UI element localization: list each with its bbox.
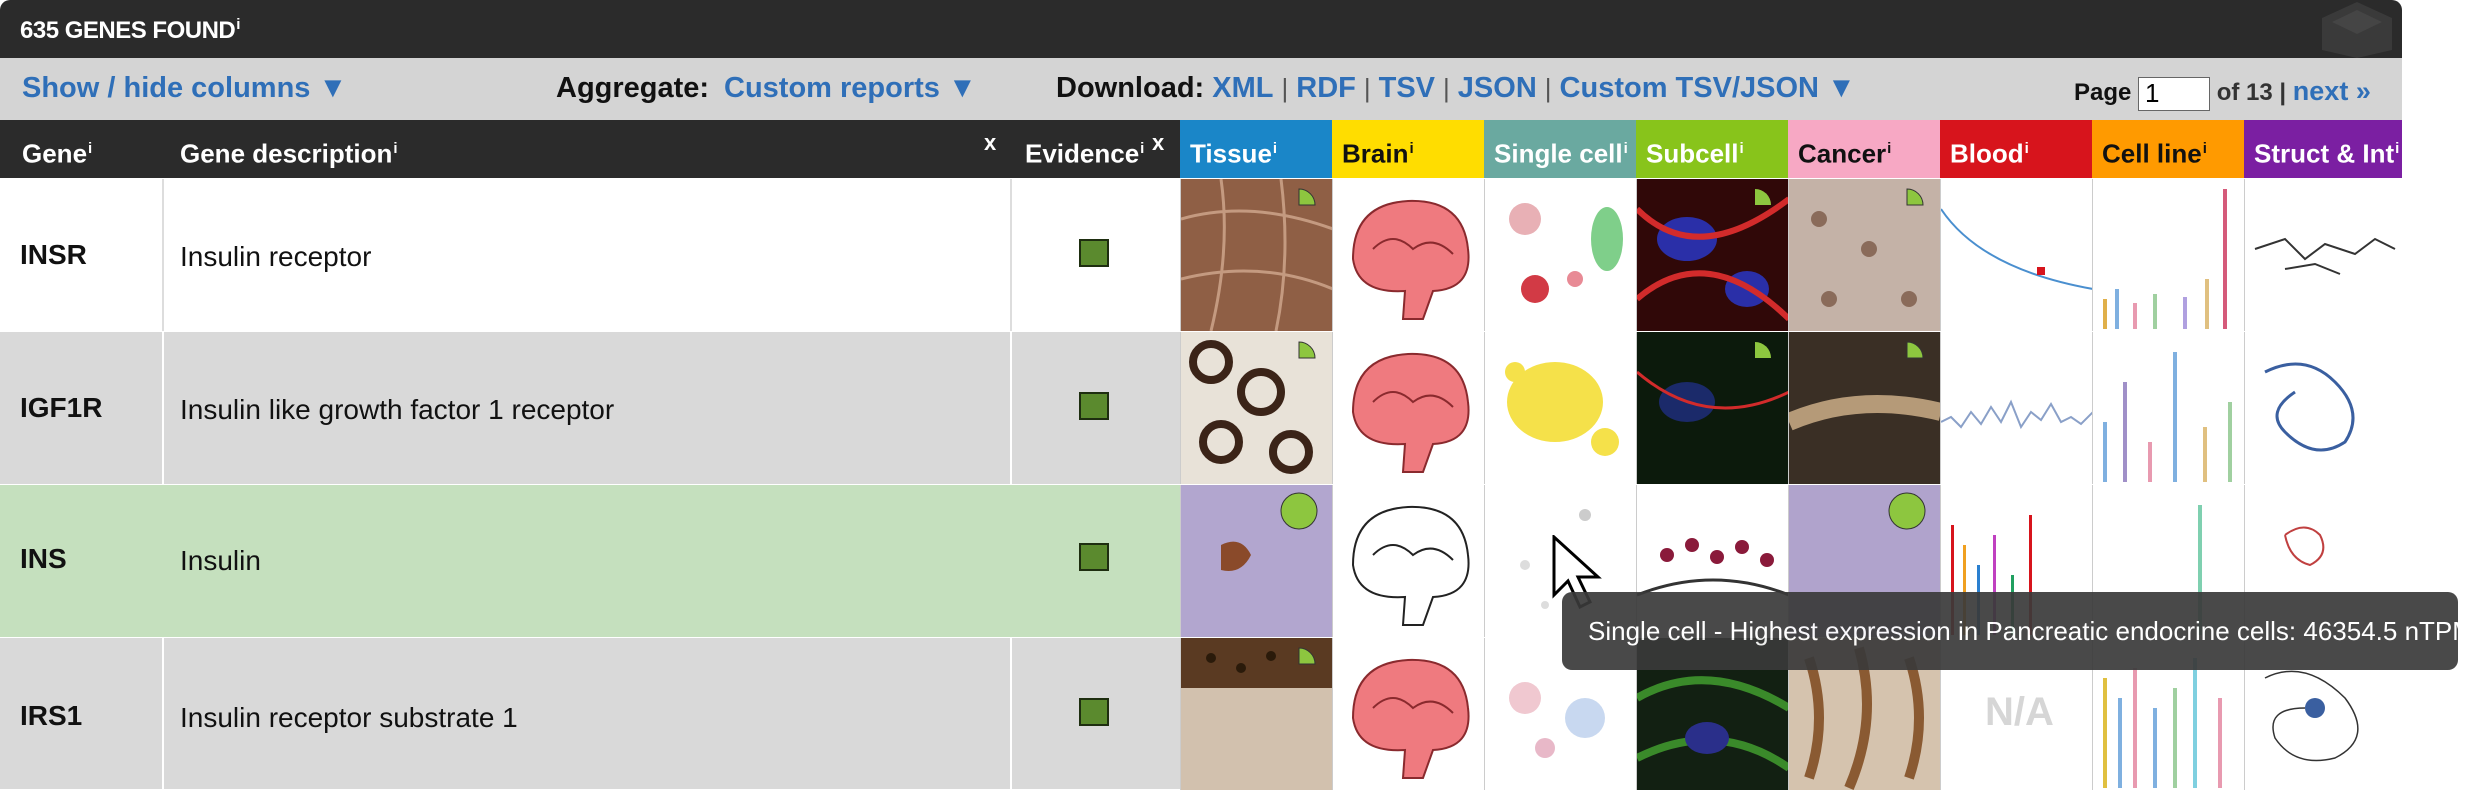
evidence-icon bbox=[1079, 239, 1109, 267]
download-links: Download: XML | RDF | TSV | JSON | Custom TSV/JS… bbox=[1056, 72, 1856, 104]
brain-icon bbox=[1351, 352, 1470, 473]
col-single-cell-header[interactable]: Single celli bbox=[1484, 120, 1636, 178]
col-subcell-header[interactable]: Subcelli bbox=[1636, 120, 1788, 178]
single-cell-thumbnail[interactable] bbox=[1484, 179, 1636, 331]
tissue-image-icon bbox=[1181, 485, 1332, 637]
cancer-thumbnail[interactable] bbox=[1788, 179, 1940, 331]
results-count: 635 GENES FOUNDi bbox=[20, 16, 240, 44]
table-row[interactable]: INSR Insulin receptor bbox=[0, 178, 2402, 331]
evidence-icon bbox=[1079, 698, 1109, 726]
gene-name-link[interactable]: INSR bbox=[20, 239, 87, 271]
cancer-image-icon bbox=[1789, 332, 1940, 484]
col-struct-header[interactable]: Struct & Inti bbox=[2244, 120, 2402, 178]
col-blood-header[interactable]: Bloodi bbox=[1940, 120, 2092, 178]
download-xml-link[interactable]: XML bbox=[1212, 72, 1273, 104]
aggregate-dropdown[interactable]: Custom reports ▼ bbox=[724, 72, 977, 105]
table-row[interactable]: IGF1R Insulin like growth factor 1 recep… bbox=[0, 331, 2402, 484]
evidence-icon bbox=[1079, 543, 1109, 571]
blood-thumbnail[interactable] bbox=[1940, 179, 2092, 331]
cell-line-chart-icon bbox=[2103, 352, 2232, 482]
tissue-image-icon bbox=[1181, 332, 1332, 484]
gene-description: Insulin bbox=[180, 545, 261, 576]
single-cell-umap-icon bbox=[1509, 203, 1623, 303]
col-description-header[interactable]: Gene descriptioni bbox=[170, 120, 970, 178]
next-page-link[interactable]: next » bbox=[2293, 76, 2371, 106]
gene-name-link[interactable]: IRS1 bbox=[20, 700, 82, 732]
show-hide-columns-link[interactable]: Show / hide columns ▼ bbox=[22, 72, 347, 105]
col-brain-header[interactable]: Braini bbox=[1332, 120, 1484, 178]
structure-thumbnail[interactable] bbox=[2244, 179, 2402, 331]
download-custom-link[interactable]: Custom TSV/JSON ▼ bbox=[1560, 72, 1856, 104]
blood-na-label: N/A bbox=[1985, 690, 2054, 734]
tissue-thumbnail[interactable] bbox=[1180, 638, 1332, 790]
hpa-logo-icon bbox=[2322, 2, 2392, 58]
protein-structure-icon bbox=[2264, 362, 2355, 452]
cell-line-chart-icon bbox=[2103, 189, 2227, 329]
expression-tooltip: Single cell - Highest expression in Panc… bbox=[1562, 592, 2474, 670]
brain-icon bbox=[1351, 505, 1470, 626]
download-tsv-link[interactable]: TSV bbox=[1379, 72, 1435, 104]
tissue-thumbnail[interactable] bbox=[1180, 485, 1332, 637]
gene-name-link[interactable]: IGF1R bbox=[20, 392, 102, 424]
protein-structure-icon bbox=[2254, 237, 2396, 275]
page-number-input[interactable] bbox=[2138, 76, 2211, 111]
tissue-thumbnail[interactable] bbox=[1180, 332, 1332, 484]
evidence-icon bbox=[1079, 392, 1109, 420]
tissue-image-icon bbox=[1181, 179, 1332, 331]
blood-thumbnail[interactable] bbox=[1940, 332, 2092, 484]
subcell-thumbnail[interactable] bbox=[1636, 179, 1788, 331]
brain-thumbnail[interactable] bbox=[1332, 332, 1484, 484]
col-tissue-header[interactable]: Tissuei bbox=[1180, 120, 1332, 178]
single-cell-thumbnail[interactable] bbox=[1484, 332, 1636, 484]
cell-line-thumbnail[interactable] bbox=[2092, 332, 2244, 484]
pagination: Page of 13 | next » bbox=[2074, 76, 2371, 111]
brain-icon bbox=[1351, 658, 1470, 779]
tissue-image-icon bbox=[1181, 638, 1332, 790]
blood-chart-icon bbox=[1941, 399, 2092, 430]
gene-name-link[interactable]: INS bbox=[20, 543, 67, 575]
subcell-thumbnail[interactable] bbox=[1636, 332, 1788, 484]
brain-thumbnail[interactable] bbox=[1332, 638, 1484, 790]
download-json-link[interactable]: JSON bbox=[1458, 72, 1537, 104]
column-header-row: Genei Gene descriptioni x Evidencei x Ti… bbox=[0, 120, 2402, 178]
gene-description: Insulin receptor substrate 1 bbox=[180, 702, 518, 733]
cancer-thumbnail[interactable] bbox=[1788, 332, 1940, 484]
col-cell-line-header[interactable]: Cell linei bbox=[2092, 120, 2244, 178]
blood-chart-icon bbox=[1941, 208, 2092, 290]
col-gene-header[interactable]: Genei bbox=[12, 120, 162, 178]
single-cell-umap-icon bbox=[1505, 362, 1619, 456]
results-toolbar: Show / hide columns ▼ Aggregate: Custom … bbox=[0, 58, 2402, 120]
close-evidence-icon[interactable]: x bbox=[1152, 130, 1164, 156]
tooltip-text: Single cell - Highest expression in Panc… bbox=[1588, 616, 2474, 646]
gene-description: Insulin like growth factor 1 receptor bbox=[180, 394, 615, 425]
aggregate-label: Aggregate: bbox=[556, 72, 710, 104]
brain-thumbnail[interactable] bbox=[1332, 485, 1484, 637]
download-rdf-link[interactable]: RDF bbox=[1296, 72, 1356, 104]
close-description-icon[interactable]: x bbox=[984, 130, 996, 156]
cancer-image-icon bbox=[1789, 179, 1940, 331]
brain-icon bbox=[1351, 199, 1470, 320]
results-header-bar: 635 GENES FOUNDi bbox=[0, 0, 2402, 58]
cell-line-thumbnail[interactable] bbox=[2092, 179, 2244, 331]
brain-thumbnail[interactable] bbox=[1332, 179, 1484, 331]
subcell-image-icon bbox=[1637, 179, 1788, 331]
tissue-thumbnail[interactable] bbox=[1180, 179, 1332, 331]
col-evidence-header[interactable]: Evidencei bbox=[1015, 120, 1145, 178]
gene-description: Insulin receptor bbox=[180, 241, 372, 272]
subcell-image-icon bbox=[1637, 332, 1788, 484]
col-cancer-header[interactable]: Canceri bbox=[1788, 120, 1940, 178]
structure-thumbnail[interactable] bbox=[2244, 332, 2402, 484]
